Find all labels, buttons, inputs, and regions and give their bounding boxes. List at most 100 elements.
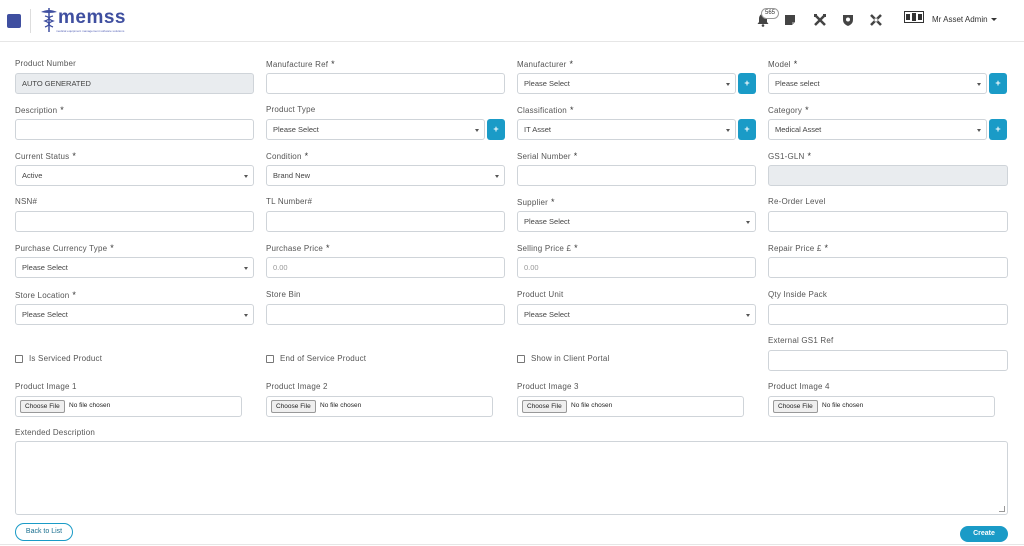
resize-handle-icon[interactable]: [999, 506, 1005, 512]
manufacture-ref-label: Manufacture Ref *: [266, 59, 335, 69]
product-image-4-input[interactable]: Choose File No file chosen: [768, 396, 995, 417]
store-location-select[interactable]: Please Select: [15, 304, 254, 325]
store-location-label: Store Location *: [15, 290, 77, 300]
menu-toggle-icon[interactable]: [7, 14, 21, 28]
create-button[interactable]: Create: [960, 526, 1008, 542]
chevron-down-icon: [475, 129, 479, 132]
extended-description-textarea[interactable]: [15, 441, 1008, 515]
purchase-currency-label: Purchase Currency Type *: [15, 243, 114, 253]
choose-file-button[interactable]: Choose File: [522, 400, 567, 413]
is-serviced-checkbox[interactable]: [15, 355, 23, 363]
choose-file-button[interactable]: Choose File: [773, 400, 818, 413]
serial-number-input[interactable]: [517, 165, 756, 186]
is-serviced-label: Is Serviced Product: [29, 354, 103, 363]
chevron-down-icon: [726, 83, 730, 86]
product-image-3-label: Product Image 3: [517, 382, 579, 391]
wrench-cross-icon[interactable]: [868, 12, 884, 28]
tools-icon[interactable]: [812, 12, 828, 28]
serial-number-label: Serial Number *: [517, 151, 578, 161]
description-label: Description *: [15, 105, 64, 115]
product-image-1-input[interactable]: Choose File No file chosen: [15, 396, 242, 417]
classification-select[interactable]: IT Asset: [517, 119, 736, 140]
product-unit-select[interactable]: Please Select: [517, 304, 756, 325]
condition-label: Condition *: [266, 151, 309, 161]
product-image-3-input[interactable]: Choose File No file chosen: [517, 396, 744, 417]
notification-badge: 565: [761, 8, 779, 19]
end-of-service-label: End of Service Product: [280, 354, 367, 363]
gs1-gln-label: GS1-GLN *: [768, 151, 812, 161]
user-avatar-icon[interactable]: [904, 11, 924, 23]
selling-price-input[interactable]: 0.00: [517, 257, 756, 278]
store-bin-input[interactable]: [266, 304, 505, 325]
top-navbar: memss medical equipment management softw…: [0, 0, 1024, 42]
category-select[interactable]: Medical Asset: [768, 119, 987, 140]
product-image-2-input[interactable]: Choose File No file chosen: [266, 396, 493, 417]
add-classification-button[interactable]: +: [738, 119, 756, 140]
condition-select[interactable]: Brand New: [266, 165, 505, 186]
manufacture-ref-input[interactable]: [266, 73, 505, 94]
show-in-portal-checkbox[interactable]: [517, 355, 525, 363]
choose-file-button[interactable]: Choose File: [20, 400, 65, 413]
app-logo[interactable]: memss medical equipment management softw…: [38, 6, 132, 36]
model-label: Model *: [768, 59, 798, 69]
manufacturer-select[interactable]: Please Select: [517, 73, 736, 94]
product-image-4-label: Product Image 4: [768, 382, 830, 391]
chevron-down-icon: [990, 18, 997, 22]
file-status: No file chosen: [571, 402, 613, 409]
header-divider: [30, 9, 31, 33]
shield-icon[interactable]: [840, 12, 856, 28]
tl-number-input[interactable]: [266, 211, 505, 232]
add-manufacturer-button[interactable]: +: [738, 73, 756, 94]
chevron-down-icon: [746, 221, 750, 224]
sticky-note-icon[interactable]: [782, 12, 798, 28]
purchase-price-label: Purchase Price *: [266, 243, 330, 253]
end-of-service-checkbox[interactable]: [266, 355, 274, 363]
category-label: Category *: [768, 105, 809, 115]
purchase-price-input[interactable]: 0.00: [266, 257, 505, 278]
product-number-input: AUTO GENERATED: [15, 73, 254, 94]
purchase-currency-select[interactable]: Please Select: [15, 257, 254, 278]
manufacturer-label: Manufacturer *: [517, 59, 574, 69]
choose-file-button[interactable]: Choose File: [271, 400, 316, 413]
nsn-label: NSN#: [15, 197, 38, 206]
extended-description-label: Extended Description: [15, 428, 96, 437]
add-model-button[interactable]: +: [989, 73, 1007, 94]
supplier-label: Supplier *: [517, 197, 555, 207]
chevron-down-icon: [726, 129, 730, 132]
chevron-down-icon: [244, 175, 248, 178]
add-product-type-button[interactable]: +: [487, 119, 505, 140]
product-type-label: Product Type: [266, 105, 316, 114]
product-image-2-label: Product Image 2: [266, 382, 328, 391]
nsn-input[interactable]: [15, 211, 254, 232]
product-image-1-label: Product Image 1: [15, 382, 77, 391]
reorder-level-input[interactable]: [768, 211, 1008, 232]
external-gs1-input[interactable]: [768, 350, 1008, 371]
qty-inside-pack-input[interactable]: [768, 304, 1008, 325]
back-to-list-button[interactable]: Back to List: [15, 523, 73, 541]
supplier-select[interactable]: Please Select: [517, 211, 756, 232]
file-status: No file chosen: [320, 402, 362, 409]
chevron-down-icon: [495, 175, 499, 178]
tl-number-label: TL Number#: [266, 197, 313, 206]
description-input[interactable]: [15, 119, 254, 140]
repair-price-label: Repair Price £ *: [768, 243, 829, 253]
chevron-down-icon: [746, 314, 750, 317]
file-status: No file chosen: [69, 402, 111, 409]
classification-label: Classification *: [517, 105, 574, 115]
add-category-button[interactable]: +: [989, 119, 1007, 140]
user-menu[interactable]: Mr Asset Admin: [932, 15, 997, 24]
chevron-down-icon: [244, 314, 248, 317]
current-status-select[interactable]: Active: [15, 165, 254, 186]
reorder-level-label: Re-Order Level: [768, 197, 826, 206]
model-select[interactable]: Please select: [768, 73, 987, 94]
chevron-down-icon: [244, 267, 248, 270]
external-gs1-label: External GS1 Ref: [768, 336, 834, 345]
chevron-down-icon: [977, 83, 981, 86]
chevron-down-icon: [977, 129, 981, 132]
store-bin-label: Store Bin: [266, 290, 301, 299]
qty-inside-pack-label: Qty Inside Pack: [768, 290, 828, 299]
repair-price-input[interactable]: [768, 257, 1008, 278]
product-type-select[interactable]: Please Select: [266, 119, 485, 140]
user-name-label: Mr Asset Admin: [932, 15, 988, 24]
file-status: No file chosen: [822, 402, 864, 409]
